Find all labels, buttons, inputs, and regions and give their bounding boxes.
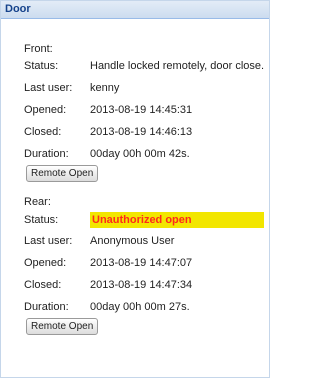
rear-closed-label: Closed: [24,279,62,291]
door-panel: Door Front: Status: Handle locked remote… [0,0,270,378]
rear-opened-row: Opened: 2013-08-19 14:47:07 [24,255,264,271]
rear-closed-row: Closed: 2013-08-19 14:47:34 [24,277,264,293]
rear-opened-value: 2013-08-19 14:47:07 [90,257,193,269]
front-heading: Front: [24,43,53,55]
rear-last-user-row: Last user: Anonymous User [24,233,264,249]
front-duration-row: Duration: 00day 00h 00m 42s. [24,146,264,162]
front-opened-label: Opened: [24,104,67,116]
front-status-label: Status: [24,60,59,72]
rear-status-label: Status: [24,214,59,226]
front-duration-label: Duration: [24,148,69,160]
front-duration-value: 00day 00h 00m 42s. [90,148,190,160]
front-last-user-row: Last user: kenny [24,80,264,96]
front-closed-row: Closed: 2013-08-19 14:46:13 [24,124,264,140]
rear-closed-value: 2013-08-19 14:47:34 [90,279,193,291]
rear-last-user-label: Last user: [24,235,73,247]
rear-opened-label: Opened: [24,257,67,269]
rear-heading: Rear: [24,196,51,208]
rear-last-user-value: Anonymous User [90,235,175,247]
rear-remote-open-button[interactable]: Remote Open [26,318,99,335]
rear-duration-row: Duration: 00day 00h 00m 27s. [24,299,264,315]
front-opened-row: Opened: 2013-08-19 14:45:31 [24,102,264,118]
front-closed-value: 2013-08-19 14:46:13 [90,126,193,138]
front-closed-label: Closed: [24,126,62,138]
front-last-user-label: Last user: [24,82,73,94]
rear-duration-value: 00day 00h 00m 27s. [90,301,190,313]
front-status-value: Handle locked remotely, door close. [90,60,265,72]
rear-status-row: Status: Unauthorized open [24,212,264,228]
front-opened-value: 2013-08-19 14:45:31 [90,104,193,116]
front-status-row: Status: Handle locked remotely, door clo… [24,58,264,74]
rear-duration-label: Duration: [24,301,69,313]
panel-title: Door [1,1,269,19]
rear-status-value: Unauthorized open [90,212,264,228]
front-last-user-value: kenny [90,82,120,94]
front-remote-open-button[interactable]: Remote Open [26,165,99,182]
